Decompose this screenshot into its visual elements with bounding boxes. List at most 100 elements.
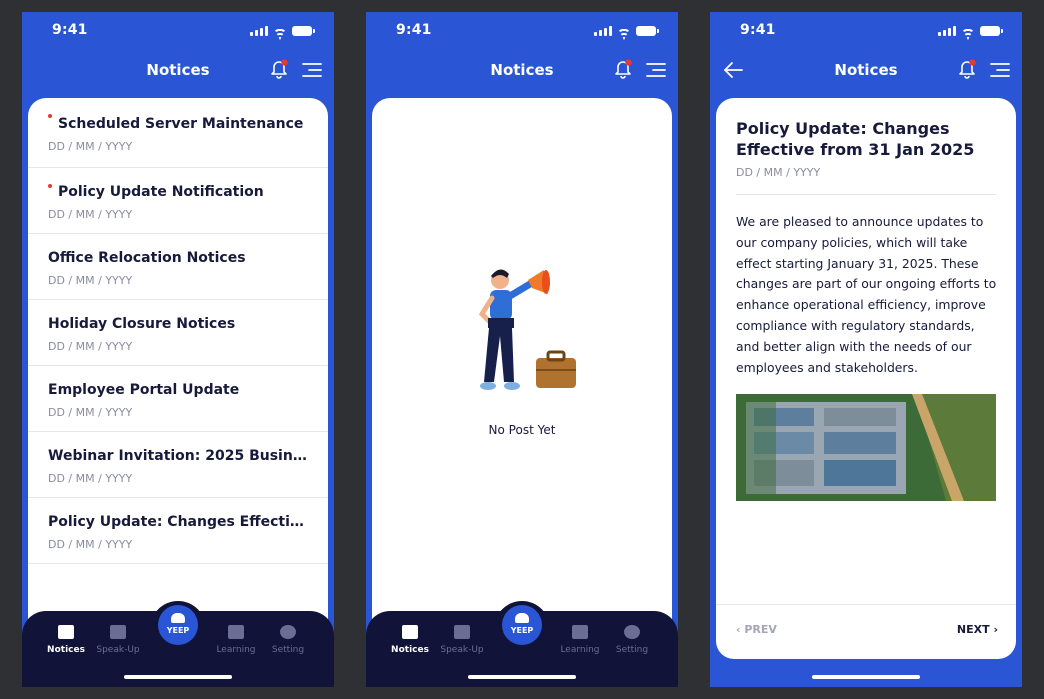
tab-setting[interactable]: Setting bbox=[262, 625, 314, 655]
notice-item[interactable]: Policy Update: Changes Effective from 31… bbox=[28, 498, 328, 564]
notice-detail-card: Policy Update: Changes Effective from 31… bbox=[716, 98, 1016, 659]
tab-label: Speak-Up bbox=[440, 645, 484, 655]
notice-date: DD / MM / YYYY bbox=[48, 208, 133, 221]
tab-label: Learning bbox=[216, 645, 256, 655]
next-button[interactable]: NEXT › bbox=[957, 623, 998, 636]
notice-title: Policy Update: Changes Effective from 31… bbox=[48, 514, 308, 530]
notice-title: Scheduled Server Maintenance bbox=[58, 116, 304, 132]
megaphone-icon bbox=[110, 625, 126, 639]
tab-label: Speak-Up bbox=[96, 645, 140, 655]
bell-icon[interactable] bbox=[612, 58, 634, 80]
book-icon bbox=[572, 625, 588, 639]
notice-list: Scheduled Server Maintenance DD / MM / Y… bbox=[28, 98, 328, 564]
gear-icon bbox=[624, 625, 640, 639]
menu-icon[interactable] bbox=[990, 62, 1010, 78]
tab-notices[interactable]: Notices bbox=[384, 625, 436, 655]
tab-label: Setting bbox=[615, 645, 649, 655]
status-icons bbox=[938, 26, 1003, 36]
tab-speak-up[interactable]: Speak-Up bbox=[436, 625, 488, 655]
tab-label: Notices bbox=[47, 645, 85, 655]
notice-item[interactable]: Office Relocation Notices DD / MM / YYYY bbox=[28, 234, 328, 300]
notice-heading: Policy Update: Changes Effective from 31… bbox=[736, 119, 975, 159]
header: Notices bbox=[366, 58, 678, 82]
status-bar: 9:41 bbox=[22, 20, 334, 44]
tab-learning[interactable]: Learning bbox=[554, 625, 606, 655]
status-icons bbox=[250, 26, 315, 36]
notice-title: Employee Portal Update bbox=[48, 382, 240, 398]
unread-dot bbox=[48, 114, 52, 118]
notice-title: Office Relocation Notices bbox=[48, 250, 246, 266]
menu-icon[interactable] bbox=[646, 62, 666, 78]
empty-illustration bbox=[478, 269, 576, 390]
pager: ‹ PREV NEXT › bbox=[716, 604, 1016, 659]
megaphone-icon bbox=[454, 625, 470, 639]
notice-date: DD / MM / YYYY bbox=[48, 140, 133, 153]
bell-icon[interactable] bbox=[956, 58, 978, 80]
phone-notices-empty: 9:41 Notices No Post Yet Notices Speak-U… bbox=[366, 12, 678, 687]
people-icon bbox=[171, 613, 185, 623]
status-time: 9:41 bbox=[740, 22, 776, 38]
notice-item[interactable]: Policy Update Notification DD / MM / YYY… bbox=[28, 168, 328, 234]
empty-message: No Post Yet bbox=[488, 423, 556, 437]
header: Notices bbox=[22, 58, 334, 82]
tab-notices[interactable]: Notices bbox=[40, 625, 92, 655]
status-bar: 9:41 bbox=[710, 20, 1022, 44]
people-icon bbox=[515, 613, 529, 623]
phone-notices-list: 9:41 Notices Scheduled Server Maintenanc… bbox=[22, 12, 334, 687]
notice-list-card: Scheduled Server Maintenance DD / MM / Y… bbox=[28, 98, 328, 687]
wifi-icon bbox=[961, 26, 975, 36]
notice-title: Holiday Closure Notices bbox=[48, 316, 236, 332]
notice-date: DD / MM / YYYY bbox=[736, 166, 821, 179]
notice-body: We are pleased to announce updates to ou… bbox=[736, 214, 997, 375]
yeep-label: YEEP bbox=[510, 626, 534, 635]
notice-date: DD / MM / YYYY bbox=[48, 340, 133, 353]
prev-label: PREV bbox=[744, 623, 777, 636]
notice-icon bbox=[402, 625, 418, 639]
notice-icon bbox=[58, 625, 74, 639]
notice-title: Webinar Invitation: 2025 Business Strate… bbox=[48, 448, 308, 464]
tab-bar: Notices Speak-Up YEEP Learning Setting bbox=[22, 601, 334, 687]
home-indicator bbox=[468, 675, 576, 679]
notice-title: Policy Update Notification bbox=[58, 184, 264, 200]
gear-icon bbox=[280, 625, 296, 639]
tab-setting[interactable]: Setting bbox=[606, 625, 658, 655]
notice-item[interactable]: Employee Portal Update DD / MM / YYYY bbox=[28, 366, 328, 432]
status-icons bbox=[594, 26, 659, 36]
tab-bar: Notices Speak-Up YEEP Learning Setting bbox=[366, 601, 678, 687]
signal-icon bbox=[938, 26, 956, 36]
menu-icon[interactable] bbox=[302, 62, 322, 78]
tab-speak-up[interactable]: Speak-Up bbox=[92, 625, 144, 655]
prev-button[interactable]: ‹ PREV bbox=[736, 623, 777, 636]
battery-icon bbox=[292, 26, 315, 36]
notice-date: DD / MM / YYYY bbox=[48, 472, 133, 485]
chevron-right-icon: › bbox=[989, 623, 998, 636]
status-time: 9:41 bbox=[52, 22, 88, 38]
tab-learning[interactable]: Learning bbox=[210, 625, 262, 655]
tab-label: Setting bbox=[271, 645, 305, 655]
factory-aerial-image bbox=[736, 394, 996, 501]
book-icon bbox=[228, 625, 244, 639]
header: Notices bbox=[710, 58, 1022, 82]
unread-dot bbox=[48, 184, 52, 188]
wifi-icon bbox=[273, 26, 287, 36]
notice-date: DD / MM / YYYY bbox=[48, 406, 133, 419]
notice-item[interactable]: Holiday Closure Notices DD / MM / YYYY bbox=[28, 300, 328, 366]
tab-label: Notices bbox=[391, 645, 429, 655]
battery-icon bbox=[636, 26, 659, 36]
notice-date: DD / MM / YYYY bbox=[48, 274, 133, 287]
battery-icon bbox=[980, 26, 1003, 36]
notice-item[interactable]: Webinar Invitation: 2025 Business Strate… bbox=[28, 432, 328, 498]
next-label: NEXT bbox=[956, 623, 990, 636]
yeep-button[interactable]: YEEP bbox=[502, 605, 542, 645]
status-time: 9:41 bbox=[396, 22, 432, 38]
signal-icon bbox=[250, 26, 268, 36]
status-bar: 9:41 bbox=[366, 20, 678, 44]
notice-item[interactable]: Scheduled Server Maintenance DD / MM / Y… bbox=[28, 98, 328, 168]
wifi-icon bbox=[617, 26, 631, 36]
signal-icon bbox=[594, 26, 612, 36]
bell-icon[interactable] bbox=[268, 58, 290, 80]
yeep-label: YEEP bbox=[166, 626, 190, 635]
notice-detail: Policy Update: Changes Effective from 31… bbox=[716, 98, 1016, 659]
tab-label: Learning bbox=[560, 645, 600, 655]
yeep-button[interactable]: YEEP bbox=[158, 605, 198, 645]
